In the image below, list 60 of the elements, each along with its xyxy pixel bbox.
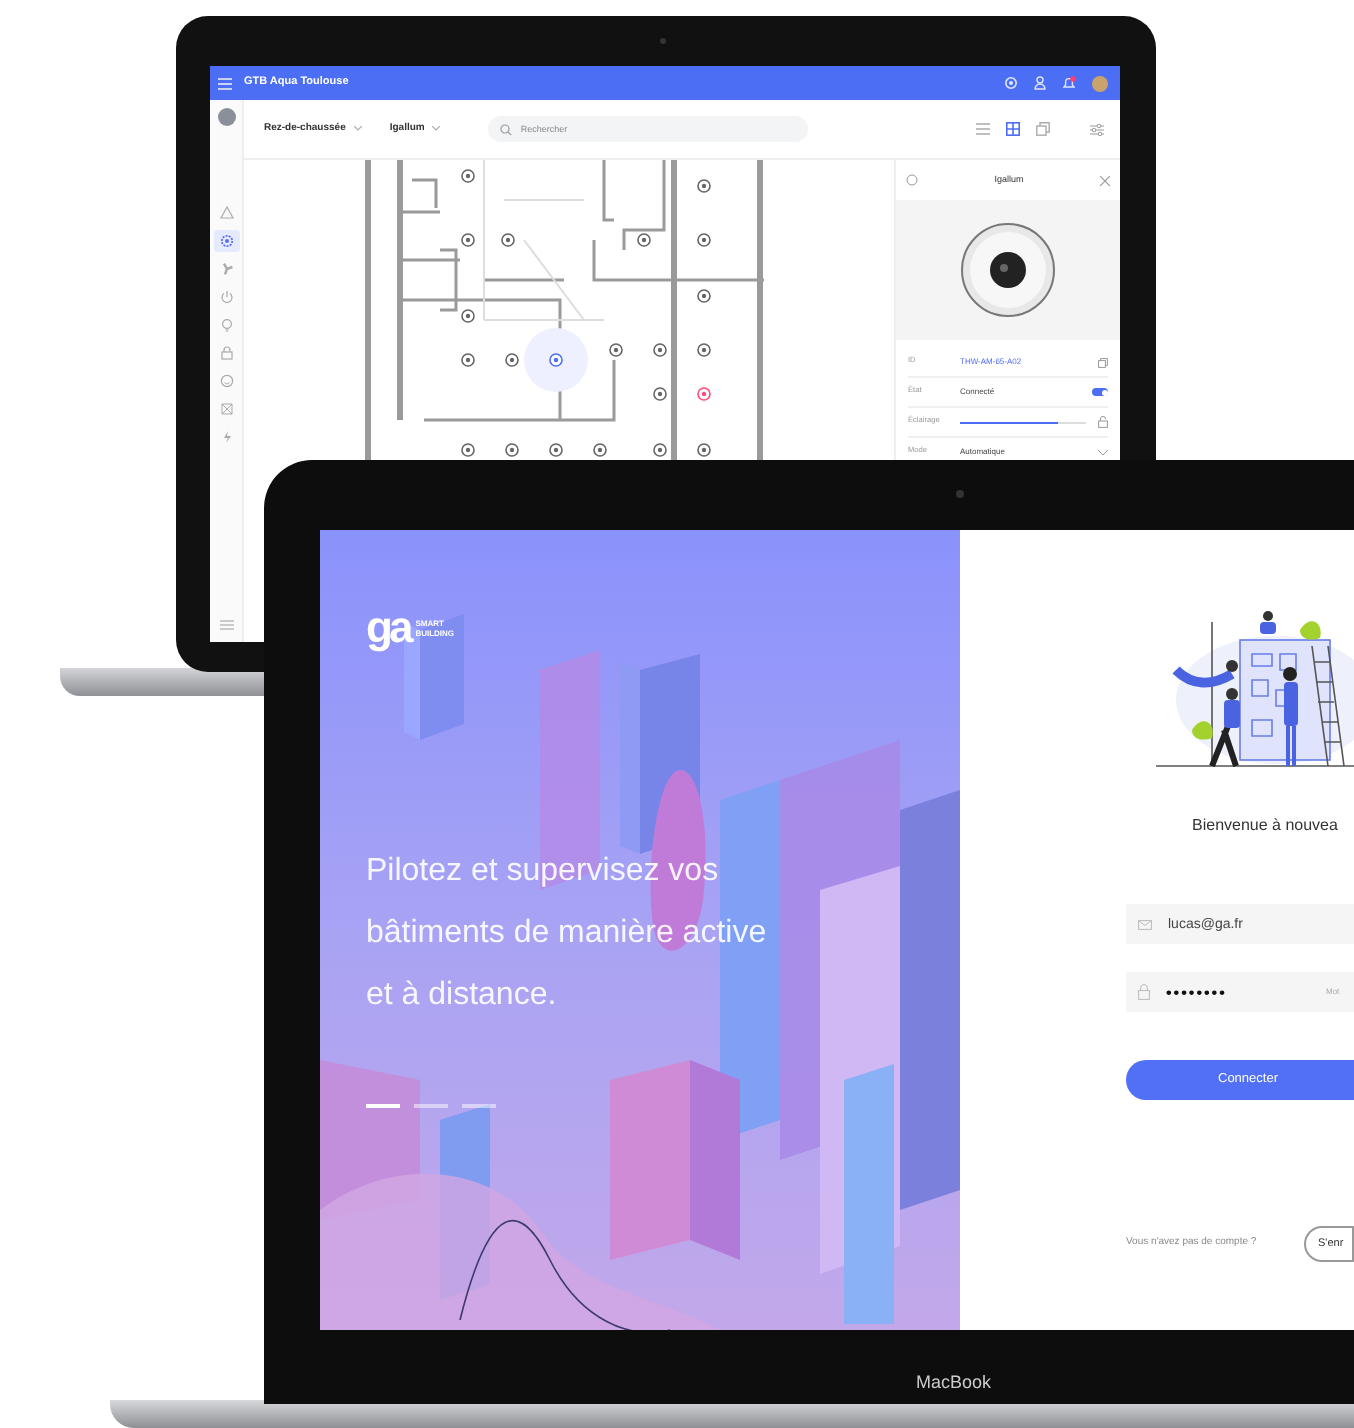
camera-icon [660,38,666,44]
sensor-icon[interactable] [461,169,475,183]
sensor-icon[interactable] [653,387,667,401]
sensor-icon[interactable] [505,353,519,367]
camera-icon [956,490,964,498]
chevron-icon [432,126,441,132]
sensor-icon[interactable] [697,343,711,357]
sensor-icon[interactable] [697,289,711,303]
chevron-icon [353,126,362,132]
sensor-icon[interactable] [501,233,515,247]
sensor-icon[interactable] [593,443,607,457]
smiley-icon [219,374,233,388]
user-icon[interactable] [1034,76,1046,90]
sensor-icon[interactable] [653,443,667,457]
search-icon [500,123,513,135]
sensor-icon[interactable] [461,353,475,367]
sidebar-item[interactable] [213,230,239,252]
copy-icon[interactable] [1036,122,1050,136]
brand-label: MacBook [916,1370,992,1396]
sensor-icon[interactable] [637,233,651,247]
gear-icon[interactable] [1004,76,1018,90]
menu-icon[interactable] [218,77,232,89]
sensor-icon[interactable] [461,233,475,247]
sensor-icon[interactable] [609,343,623,357]
sensor-icon[interactable] [697,233,711,247]
network-icon [219,402,233,416]
padlock-icon[interactable] [1098,416,1108,428]
sensor-icon[interactable] [697,443,711,457]
welcome-heading: Bienvenue à nouvea [1192,814,1338,838]
lock-icon [219,346,233,360]
gear-icon [219,234,233,248]
sensor-icon[interactable] [653,343,667,357]
list-view-icon[interactable] [976,122,990,136]
filter-icon[interactable] [1090,123,1104,135]
chevron-icon[interactable] [1098,449,1108,455]
sensor-icon[interactable] [461,309,475,323]
bulb-icon [219,318,233,332]
close-icon[interactable] [1100,175,1110,185]
grid-view-icon[interactable] [1006,122,1020,136]
avatar-icon[interactable] [217,108,235,126]
copy-icon[interactable] [1098,357,1108,367]
sensor-device-drawing [960,222,1056,318]
tagline: Pilotez et supervisez vos bâtiments de manière active et à distance. [366,852,767,1016]
password-input[interactable]: •••••••• [1166,972,1278,1012]
sensor-icon[interactable] [697,179,711,193]
avatar-icon[interactable] [1092,75,1108,91]
sensor-icon[interactable] [697,387,711,401]
fan-icon [219,262,233,276]
warning-icon [219,206,233,220]
sensor-icon[interactable] [505,443,519,457]
power-icon [219,290,233,304]
bolt-icon [219,430,233,444]
sensor-icon[interactable] [549,443,563,457]
envelope-icon [1138,919,1152,929]
toggle-switch[interactable] [1092,388,1108,396]
sensor-icon[interactable] [461,443,475,457]
bell-icon[interactable] [1062,76,1076,90]
lock-icon [1138,984,1150,1000]
back-icon[interactable] [906,174,918,186]
logo-mark: ga [366,606,410,650]
